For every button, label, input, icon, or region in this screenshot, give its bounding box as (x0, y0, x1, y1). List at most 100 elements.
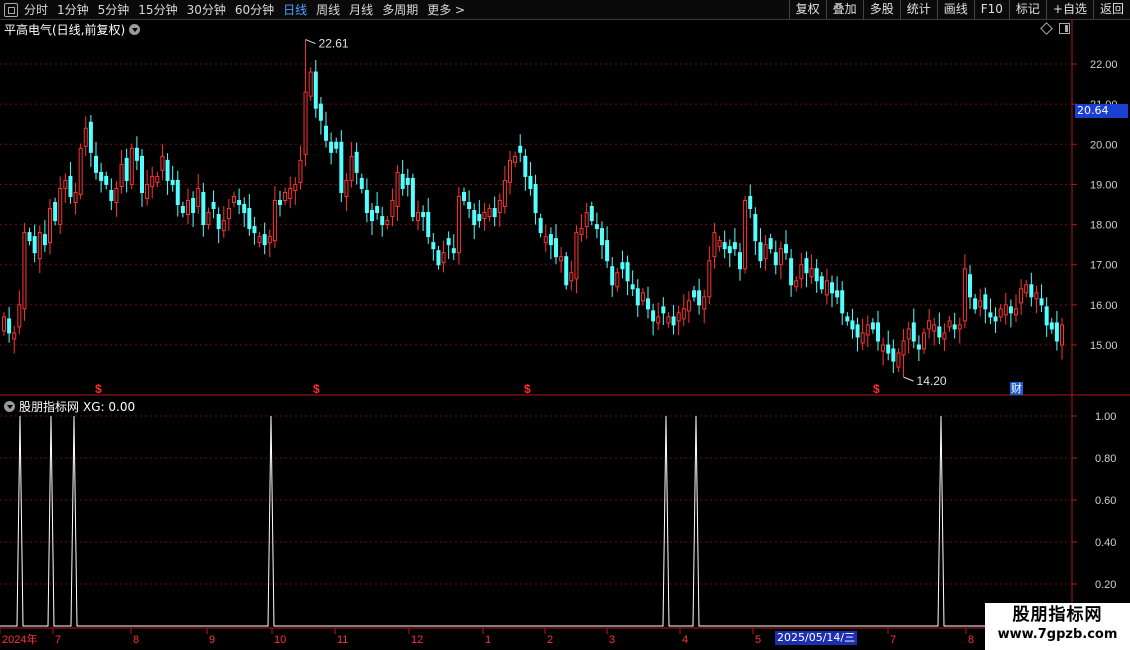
candle-body (1003, 304, 1008, 316)
candle-body (548, 234, 553, 246)
candle-body (334, 141, 339, 149)
candle-body (1060, 324, 1064, 346)
candle-body (226, 208, 231, 220)
time-tick-label: 2 (547, 634, 553, 646)
financial-report-marker[interactable]: 财 (1010, 382, 1023, 395)
candle-body (446, 238, 451, 246)
xg-line (0, 415, 1072, 627)
candle-body (523, 155, 528, 177)
candle-body (968, 274, 972, 298)
candle-body (344, 179, 349, 197)
candle-body (283, 191, 288, 201)
time-tick-label: 5 (755, 634, 761, 646)
candle-body (513, 155, 518, 163)
candle-body (661, 306, 666, 314)
candle-body (620, 262, 625, 270)
candle-body (242, 204, 247, 214)
candle-body (278, 199, 282, 206)
candle-body (288, 187, 293, 199)
candle-body (845, 316, 850, 322)
candle-body (22, 232, 27, 310)
candle-body (426, 212, 431, 238)
candle-body (1039, 298, 1044, 306)
candle-body (262, 234, 267, 246)
candle-body (922, 332, 926, 350)
candle-body (850, 320, 855, 330)
candle-body (329, 141, 334, 153)
candle-body (99, 171, 104, 181)
kline-chart[interactable]: 15.00 16.00 17.00 18.00 19.00 20.00 2 1.00 22.00… (0, 0, 1130, 650)
price-tick-label: 17.00 (1090, 260, 1118, 272)
candle-body (462, 191, 466, 201)
candle-body (359, 177, 364, 189)
candle-body (83, 127, 88, 147)
candle-body (145, 183, 150, 199)
time-tick-label: 12 (411, 634, 423, 646)
candle-body (216, 214, 221, 230)
candle-body (160, 155, 165, 171)
candle-body (17, 304, 22, 328)
time-tick-label: 8 (968, 634, 974, 646)
candle-body (119, 163, 124, 187)
dividend-marker: $ (524, 382, 531, 396)
candle-body (635, 288, 640, 306)
candle-body (640, 292, 645, 302)
candle-body (436, 250, 441, 266)
dividend-marker: $ (313, 382, 320, 396)
candle-body (681, 308, 686, 320)
candle-body (773, 252, 778, 266)
candle-body (303, 91, 308, 155)
candle-body (508, 159, 512, 183)
indicator-tick-label: 0.20 (1095, 579, 1116, 591)
candle-body (308, 71, 313, 97)
candle-body (1024, 284, 1029, 294)
candle-body (932, 324, 937, 332)
price-tick-label: 22.00 (1090, 59, 1118, 71)
candle-body (973, 298, 978, 310)
candle-body (717, 240, 722, 248)
candle-body (993, 316, 998, 322)
candle-body (237, 199, 242, 206)
candle-body (354, 151, 359, 173)
candle-body (68, 175, 73, 197)
candle-body (211, 202, 216, 210)
candle-body (881, 344, 886, 352)
candle-body (692, 290, 696, 298)
indicator-tick-label: 0.60 (1095, 495, 1116, 507)
candle-body (88, 121, 93, 153)
chevron-down-icon[interactable] (4, 401, 15, 412)
candle-body (732, 242, 737, 250)
candle-body (891, 348, 896, 362)
candle-body (492, 208, 497, 218)
candle-body (824, 280, 829, 296)
candle-body (784, 244, 788, 254)
candle-body (554, 238, 558, 258)
candle-body (814, 268, 819, 282)
candle-body (911, 322, 916, 342)
candle-body (155, 175, 160, 183)
candle-body (630, 284, 635, 290)
high-label: 22.61 (319, 37, 349, 51)
candle-body (472, 210, 477, 226)
candle-body (886, 344, 891, 354)
candle-body (579, 228, 584, 236)
candle-body (380, 216, 385, 226)
candle-body (150, 175, 155, 187)
candle-body (12, 332, 17, 340)
candle-body (962, 268, 967, 322)
candle-body (257, 236, 262, 244)
candle-body (467, 202, 472, 210)
candle-body (671, 316, 676, 326)
candle-body (114, 187, 119, 204)
candle-body (543, 236, 548, 244)
candle-body (758, 242, 763, 262)
candle-body (416, 212, 420, 222)
candle-body (1014, 308, 1018, 316)
time-tick-label: 11 (337, 634, 348, 646)
current-price-tag: 20.64 (1075, 104, 1128, 118)
candle-body (794, 280, 799, 288)
candle-body (947, 320, 952, 328)
price-tick-label: 20.00 (1090, 139, 1118, 151)
time-tick-label: 1 (485, 634, 491, 646)
candle-body (748, 195, 753, 210)
